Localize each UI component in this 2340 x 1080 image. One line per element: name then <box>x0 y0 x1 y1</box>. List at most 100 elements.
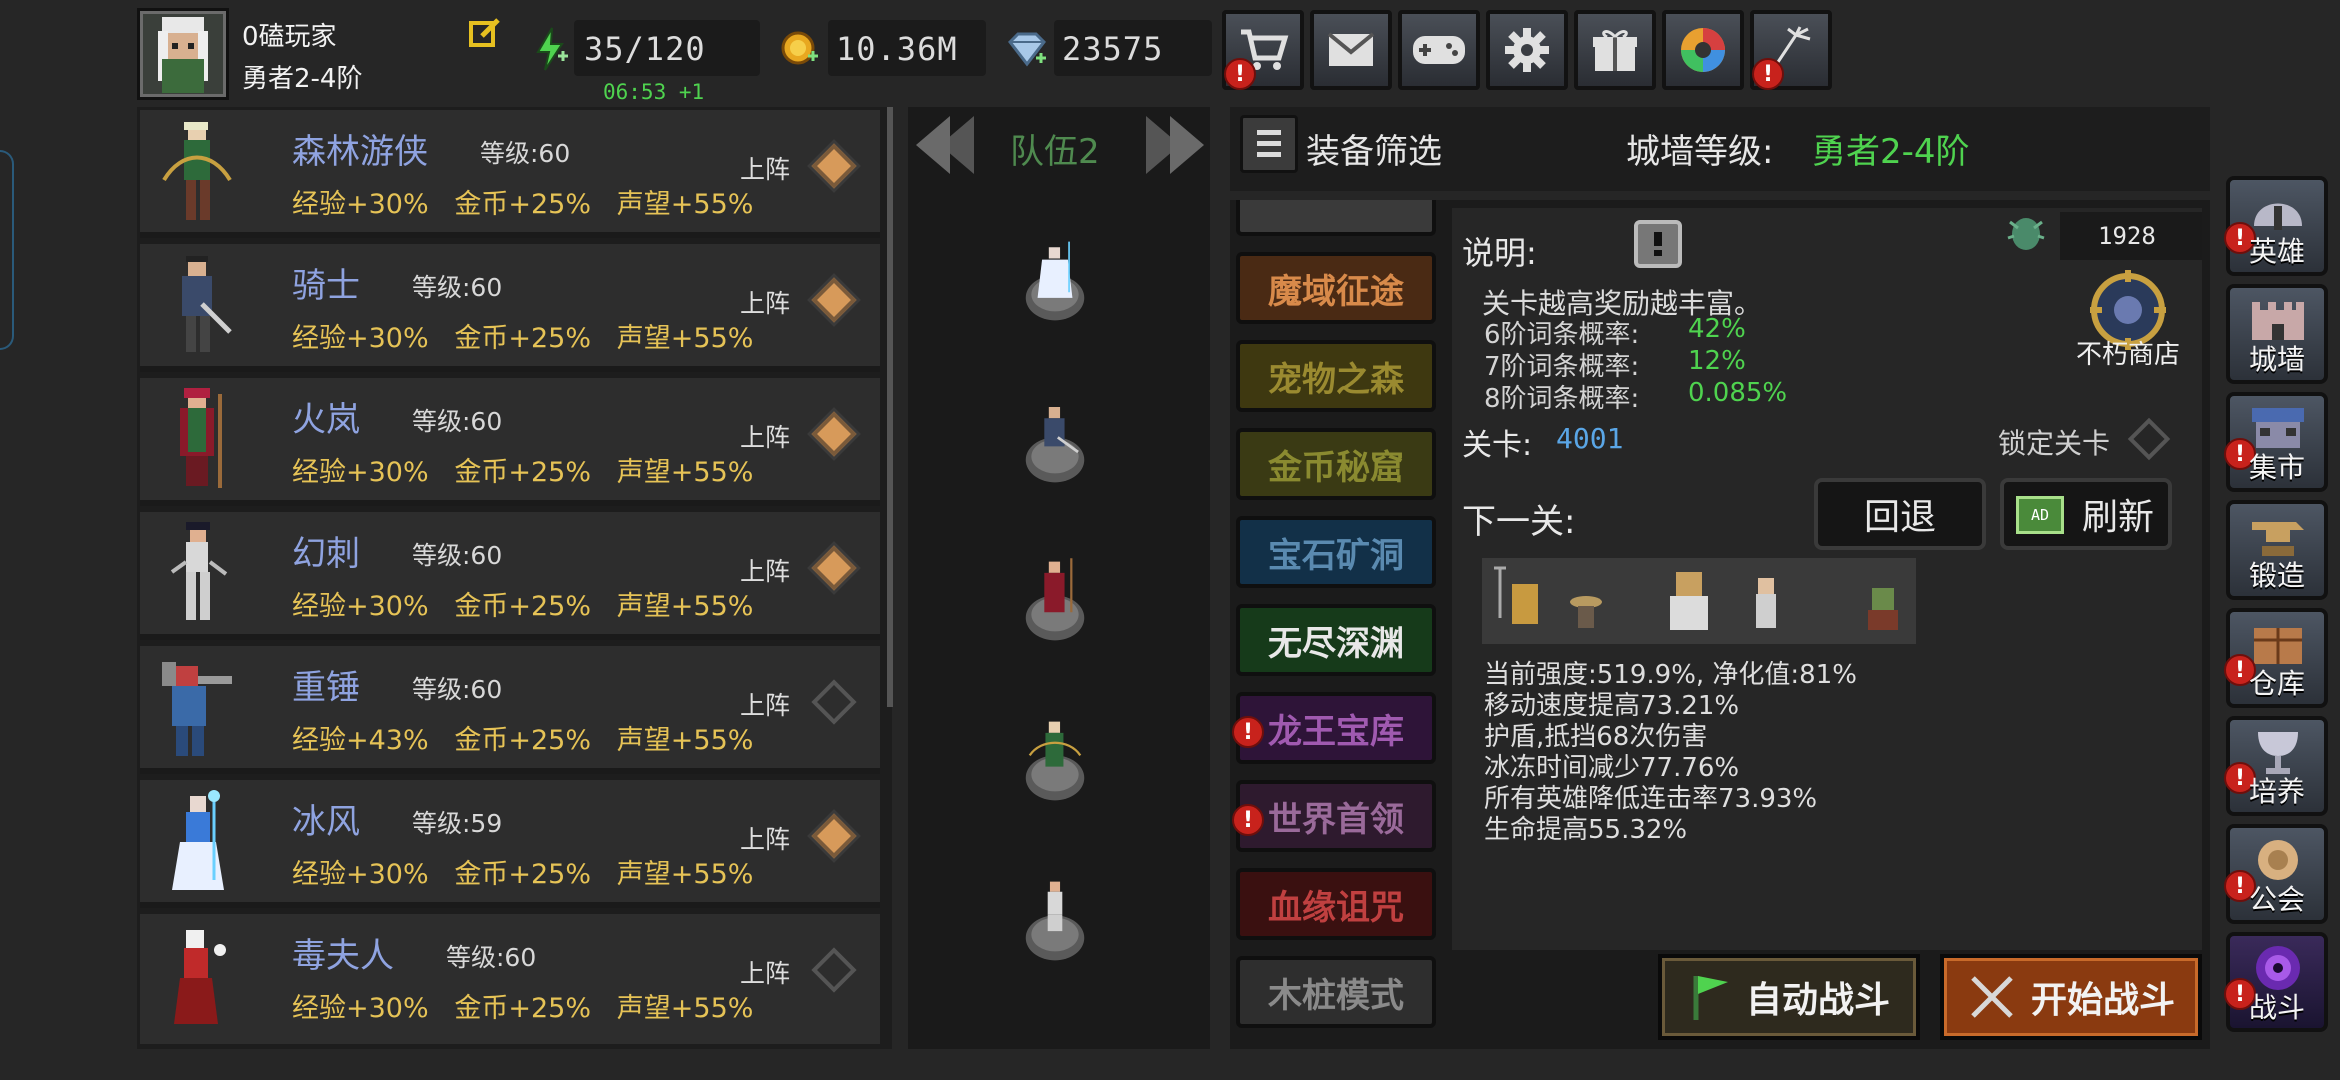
hero-name: 重锤 <box>292 668 360 708</box>
aperture-icon <box>1681 28 1725 72</box>
deploy-toggle[interactable] <box>811 143 857 189</box>
nav-guild[interactable]: ! 公会 <box>2224 824 2328 924</box>
shop-cart-button[interactable]: ! <box>1222 10 1304 90</box>
deploy-toggle[interactable] <box>811 277 857 323</box>
team-slot-2[interactable] <box>1000 398 1110 492</box>
stage-button[interactable]: 宠物之森 <box>1236 340 1436 412</box>
hero-level: 等级:60 <box>412 541 503 570</box>
info-hint-icon[interactable] <box>1634 220 1682 268</box>
stage-button[interactable]: 血缘诅咒 <box>1236 868 1436 940</box>
hero-row[interactable]: 森林游侠 等级:60 经验+30% 金币+25% 声望+55% 上阵 <box>140 110 880 238</box>
mail-button[interactable] <box>1310 10 1392 90</box>
hero-row[interactable]: 火岚 等级:60 经验+30% 金币+25% 声望+55% 上阵 <box>140 378 880 506</box>
hero-row[interactable]: 毒夫人 等级:60 经验+30% 金币+25% 声望+55% 上阵 <box>140 914 880 1044</box>
stage-button[interactable]: 魔域征途 <box>1236 252 1436 324</box>
nav-wall[interactable]: 城墙 <box>2226 284 2328 384</box>
stage-effect-line: 所有英雄降低连击率73.93% <box>1484 784 1818 814</box>
player-rank: 勇者2-4阶 <box>242 64 363 94</box>
stage-button-hidden[interactable] <box>1236 200 1436 236</box>
stage-button[interactable]: 世界首领 <box>1236 780 1436 852</box>
aperture-button[interactable] <box>1662 10 1744 90</box>
auto-battle-button[interactable]: 自动战斗 <box>1658 954 1920 1040</box>
next-stage-monsters <box>1482 558 1916 644</box>
prob-8-label: 8阶词条概率: <box>1484 384 1640 414</box>
team-slot-5[interactable] <box>1000 876 1110 970</box>
hero-name: 骑士 <box>292 266 360 306</box>
stage-effect-line: 移动速度提高73.21% <box>1484 691 1740 721</box>
next-team-arrow-icon[interactable] <box>1140 110 1210 180</box>
nav-label: 英雄 <box>2248 235 2305 268</box>
start-battle-label: 开始战斗 <box>2030 980 2175 1021</box>
hero-level: 等级:60 <box>412 273 503 302</box>
sparkle-alert-badge: ! <box>1752 58 1784 90</box>
hero-level: 等级:60 <box>412 407 503 436</box>
hero-bonus-stats: 经验+30% 金币+25% 声望+55% <box>292 457 754 488</box>
stage-button[interactable]: 龙王宝库 <box>1236 692 1436 764</box>
equipment-filter-button[interactable] <box>1240 115 1298 173</box>
equipment-filter-label: 装备筛选 <box>1306 132 1442 172</box>
hero-name: 火岚 <box>292 400 360 440</box>
deploy-toggle[interactable] <box>811 411 857 457</box>
stage-button[interactable]: 木桩模式 <box>1236 956 1436 1028</box>
hero-bonus-stats: 经验+30% 金币+25% 声望+55% <box>292 591 754 622</box>
stage-button[interactable]: 金币秘窟 <box>1236 428 1436 500</box>
gamepad-button[interactable] <box>1398 10 1480 90</box>
edit-name-icon[interactable] <box>468 16 502 50</box>
wall-level-value: 勇者2-4阶 <box>1812 132 1970 172</box>
prev-team-arrow-icon[interactable] <box>910 110 980 180</box>
hero-bonus-stats: 经验+30% 金币+25% 声望+55% <box>292 859 754 890</box>
prob-7-value: 12% <box>1688 346 1746 376</box>
nav-forge[interactable]: 锻造 <box>2226 500 2328 600</box>
deploy-toggle[interactable] <box>811 679 857 725</box>
team-slot-3[interactable] <box>1000 556 1110 650</box>
avatar-portrait-icon <box>158 17 208 93</box>
pedestal-ranger-icon <box>1025 721 1085 801</box>
immortal-shop-label[interactable]: 不朽商店 <box>2076 334 2180 371</box>
start-battle-button[interactable]: 开始战斗 <box>1940 954 2202 1040</box>
mail-icon <box>1327 32 1375 66</box>
pedestal-frostwind-icon <box>1025 241 1085 321</box>
player-name: 0磕玩家 <box>242 22 337 52</box>
deploy-toggle[interactable] <box>811 545 857 591</box>
hero-name: 冰风 <box>292 802 360 842</box>
hero-row[interactable]: 冰风 等级:59 经验+30% 金币+25% 声望+55% 上阵 <box>140 780 880 908</box>
sparkle-button[interactable]: ! <box>1750 10 1832 90</box>
currency-value: 1928 <box>2098 222 2156 250</box>
nav-label: 公会 <box>2248 883 2305 916</box>
stage-button[interactable]: 无尽深渊 <box>1236 604 1436 676</box>
nav-heroes[interactable]: ! 英雄 <box>2224 176 2328 276</box>
hero-deploy-label: 上阵 <box>740 289 791 318</box>
hero-row[interactable]: 重锤 等级:60 经验+43% 金币+25% 声望+55% 上阵 <box>140 646 880 774</box>
hero-sprite-firestorm <box>180 388 222 488</box>
hero-level: 等级:59 <box>412 809 503 838</box>
hero-sprite-hammer <box>162 662 232 756</box>
player-avatar[interactable] <box>137 8 229 100</box>
edge-drawer-handle[interactable] <box>0 150 14 350</box>
nav-battle[interactable]: ! 战斗 <box>2224 932 2328 1032</box>
nav-label: 城墙 <box>2248 343 2305 376</box>
settings-button[interactable] <box>1486 10 1568 90</box>
deploy-toggle[interactable] <box>811 813 857 859</box>
hero-deploy-label: 上阵 <box>740 557 791 586</box>
stage-alert-badge: ! <box>1232 804 1264 836</box>
hero-sprite-frostwind <box>172 790 224 890</box>
stage-effects-list: 当前强度:519.9%, 净化值:81% 移动速度提高73.21% 护盾,抵挡6… <box>1484 660 1857 846</box>
wall-level-label: 城墙等级: <box>1626 132 1774 172</box>
hero-row[interactable]: 幻刺 等级:60 经验+30% 金币+25% 声望+55% 上阵 <box>140 512 880 640</box>
next-stage-label: 下一关: <box>1462 502 1576 542</box>
hero-row[interactable]: 骑士 等级:60 经验+30% 金币+25% 声望+55% 上阵 <box>140 244 880 372</box>
deploy-toggle[interactable] <box>811 947 857 993</box>
nav-market[interactable]: ! 集市 <box>2224 392 2328 492</box>
cart-alert-badge: ! <box>1224 58 1256 90</box>
stage-button[interactable]: 宝石矿洞 <box>1236 516 1436 588</box>
back-button[interactable]: 回退 <box>1814 478 1986 550</box>
nav-train[interactable]: ! 培养 <box>2224 716 2328 816</box>
team-slot-4[interactable] <box>1000 716 1110 810</box>
hero-sprite-knight <box>182 256 232 352</box>
hero-list-scrollbar[interactable] <box>887 107 893 707</box>
nav-warehouse[interactable]: ! 仓库 <box>2224 608 2328 708</box>
team-label: 队伍2 <box>1010 132 1100 172</box>
team-slot-1[interactable] <box>1000 236 1110 330</box>
hero-deploy-label: 上阵 <box>740 691 791 720</box>
gift-button[interactable] <box>1574 10 1656 90</box>
